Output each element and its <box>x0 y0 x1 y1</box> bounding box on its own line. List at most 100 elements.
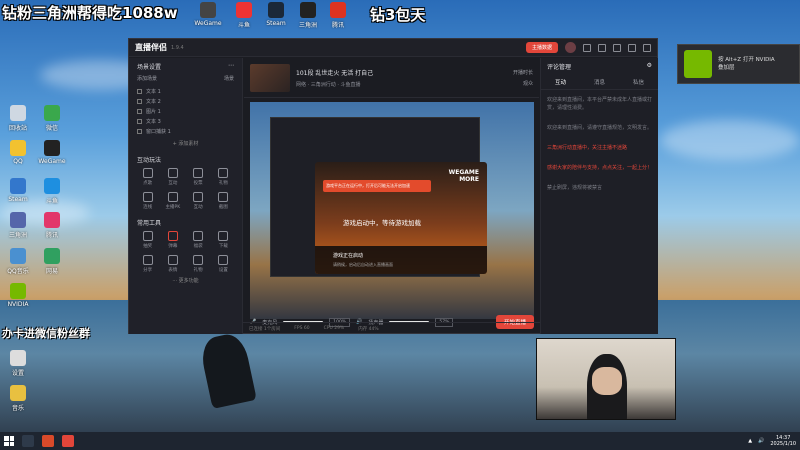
search-icon[interactable] <box>22 435 34 447</box>
source-item[interactable]: 图片 1 <box>137 106 234 116</box>
interact-title: 互动玩法 <box>137 157 162 164</box>
desktop-icon[interactable]: 微信 <box>34 105 70 132</box>
tool-button[interactable]: 弹幕 <box>162 231 183 249</box>
desktop-icon[interactable]: Steam <box>0 178 36 203</box>
webcam-face <box>592 367 622 395</box>
tab-messages[interactable]: 消息 <box>594 78 605 86</box>
tool-button[interactable]: 互动 <box>188 192 209 210</box>
source-checkbox[interactable] <box>137 118 142 124</box>
desktop-icon[interactable]: NVIDIA <box>0 283 36 308</box>
live-app-icon[interactable] <box>62 435 74 447</box>
comment-panel-title: 评论管理 <box>547 64 572 71</box>
dialog-message: 游戏启动中，等待游戏加载 <box>343 219 421 227</box>
download-icon <box>218 231 229 241</box>
tool-button[interactable]: 主播PK <box>162 192 183 210</box>
source-checkbox[interactable] <box>137 88 142 94</box>
source-checkbox[interactable] <box>137 98 142 104</box>
live-companion-window: 直播伴侣 1.9.4 主播数据 场景设置 ⋯ 添加场景 场景 文本 1 文本 2 图… <box>128 38 658 334</box>
desktop-icon[interactable]: 回收站 <box>0 105 36 132</box>
comment-message: 欢迎来到直播间，本平台严禁未成年人直播或打赏，请理性消费。 <box>547 97 653 111</box>
titlebar: 直播伴侣 1.9.4 主播数据 <box>129 39 657 57</box>
desktop-icon[interactable]: Steam <box>258 2 294 27</box>
desktop-icon[interactable]: 腾讯 <box>320 2 356 29</box>
desktop-icon[interactable]: 斗鱼 <box>226 2 262 29</box>
mail-icon[interactable] <box>583 43 591 52</box>
tool-button[interactable]: 福袋 <box>188 231 209 249</box>
tool-button[interactable]: 截图 <box>213 192 234 210</box>
live-header: 101段 乱世走火 无活 打自己 网络 · 三角洲行动 · 斗鱼直播 开播时长 … <box>244 58 539 98</box>
desktop-icon[interactable]: 设置 <box>0 350 36 377</box>
tool-button[interactable]: 互动 <box>162 168 183 186</box>
tool-button[interactable]: 礼物 <box>188 255 209 273</box>
source-item[interactable]: 窗口捕获 1 <box>137 126 234 136</box>
tool-button[interactable]: 设置 <box>213 255 234 273</box>
tool-button[interactable]: 礼物 <box>213 168 234 186</box>
screenshot-icon <box>218 192 229 202</box>
dialog-foot-title: 游戏正在启动 <box>333 253 364 259</box>
emoji-icon <box>167 255 178 265</box>
tool-button[interactable]: 点歌 <box>137 168 158 186</box>
add-source-button[interactable]: + 添加素材 <box>137 140 234 147</box>
desktop-icon[interactable]: 斗鱼 <box>34 178 70 205</box>
overlay-title: 钻粉三角洲帮得吃1088w <box>2 4 178 22</box>
stat-duration: 开播时长 <box>512 69 533 76</box>
source-item[interactable]: 文本 3 <box>137 116 234 126</box>
desktop-icon[interactable]: 三角洲 <box>0 212 36 239</box>
desktop-icon[interactable]: 腾讯 <box>34 212 70 239</box>
minimize-icon[interactable] <box>613 43 621 52</box>
network-icon[interactable]: ▲ <box>748 438 752 444</box>
desktop-icon[interactable]: QQ <box>0 140 36 165</box>
maximize-icon[interactable] <box>628 43 636 52</box>
desktop-icon[interactable]: QQ音乐 <box>0 248 36 275</box>
overlay-group-text: 办卡进微信粉丝群 <box>2 327 90 340</box>
tool-button[interactable]: 连线 <box>137 192 158 210</box>
source-item[interactable]: 文本 2 <box>137 96 234 106</box>
cloud <box>660 120 800 160</box>
scene-tab-add[interactable]: 添加场景 <box>137 75 157 82</box>
tab-private[interactable]: 私信 <box>633 78 644 86</box>
source-item[interactable]: 文本 1 <box>137 86 234 96</box>
scene-menu-icon[interactable]: ⋯ <box>228 62 234 71</box>
avatar[interactable] <box>565 42 576 53</box>
desktop-icon[interactable]: 网易 <box>34 248 70 275</box>
source-checkbox[interactable] <box>137 128 142 134</box>
desktop-icon[interactable]: WeGame <box>190 2 226 27</box>
nvidia-overlay-popup[interactable]: 按 Alt+Z 打开 NVIDIA 叠加层 <box>677 44 800 84</box>
volume-icon[interactable]: 🔊 <box>758 438 764 444</box>
tool-button[interactable]: 下载 <box>213 231 234 249</box>
settings-icon[interactable] <box>598 43 606 52</box>
tool-button[interactable]: 抽奖 <box>137 231 158 249</box>
windows-start-icon[interactable] <box>4 436 14 446</box>
app-logo: 直播伴侣 <box>135 43 167 52</box>
tool-button[interactable]: 表情 <box>162 255 183 273</box>
source-checkbox[interactable] <box>137 108 142 114</box>
desktop-icon[interactable]: WeGame <box>34 140 70 165</box>
comment-panel: 评论管理 ⚙ 互动 消息 私信 欢迎来到直播间，本平台严禁未成年人直播或打赏，请理… <box>540 58 658 334</box>
mic-icon <box>142 168 153 178</box>
scene-tab-main[interactable]: 场景 <box>224 75 234 82</box>
taskbar: ▲ 🔊 14:37 2025/1/10 <box>0 432 800 450</box>
nvidia-line1: 按 Alt+Z 打开 NVIDIA <box>718 56 775 63</box>
more-tools-button[interactable]: ··· 更多功能 <box>137 277 234 284</box>
header-data-button[interactable]: 主播数据 <box>525 42 558 53</box>
panel-settings-icon[interactable]: ⚙ <box>647 62 652 71</box>
tool-button[interactable]: 投票 <box>188 168 209 186</box>
wegame-logo: WEGAME MORE <box>448 169 479 183</box>
tab-interact[interactable]: 互动 <box>555 78 566 86</box>
game-launch-dialog: 游戏平台正在运行中，打开后可能无法开启加速 WEGAME MORE 游戏启动中，等… <box>315 162 487 274</box>
lottery-icon <box>142 231 153 241</box>
live-title[interactable]: 101段 乱世走火 无活 打自己 <box>296 68 373 77</box>
gift-icon <box>193 255 204 265</box>
bag-icon <box>193 231 204 241</box>
browser-icon[interactable] <box>42 435 54 447</box>
live-cover-image[interactable] <box>250 63 290 92</box>
stream-preview[interactable]: 游戏平台正在运行中，打开后可能无法开启加速 WEGAME MORE 游戏启动中，等… <box>250 102 534 319</box>
clock[interactable]: 14:37 2025/1/10 <box>770 435 796 448</box>
link-icon <box>142 192 153 202</box>
webcam-overlay <box>536 338 676 420</box>
desktop-icon[interactable]: 音乐 <box>0 385 36 412</box>
dialog-footer: 游戏正在启动 请稍候，启动后自动进入直播画面 <box>315 246 487 274</box>
status-memory: 内存 44% <box>358 326 379 332</box>
close-icon[interactable] <box>643 43 651 52</box>
tool-button[interactable]: 分享 <box>137 255 158 273</box>
